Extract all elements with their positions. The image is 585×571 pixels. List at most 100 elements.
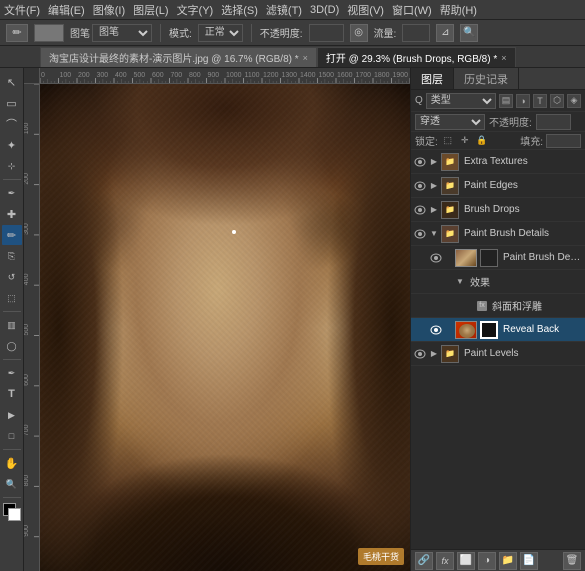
expand-extra-textures[interactable]: ▶ [429, 157, 439, 167]
thumb-reveal-back-color [455, 321, 477, 339]
tab-0[interactable]: 淘宝店设计最终的素材-演示图片.jpg @ 16.7% (RGB/8) * × [40, 47, 317, 67]
filter-type-icon[interactable]: T [533, 94, 547, 108]
menu-layer[interactable]: 图层(L) [133, 2, 168, 18]
svg-text:1900: 1900 [393, 72, 409, 79]
airbrush-icon[interactable]: ◎ [350, 24, 368, 42]
menu-image[interactable]: 图像(I) [93, 2, 125, 18]
history-brush-tool[interactable]: ↺ [2, 267, 22, 287]
layer-paint-edges[interactable]: ▶ 📁 Paint Edges [411, 174, 585, 198]
filter-adjustment-icon[interactable]: ◑ [516, 94, 530, 108]
fill-label: 填充: [520, 133, 543, 148]
path-select-tool[interactable]: ▶ [2, 405, 22, 425]
tab-1-close[interactable]: × [501, 53, 506, 63]
expand-paint-levels[interactable]: ▶ [429, 349, 439, 359]
lasso-tool[interactable]: ⌒ [2, 114, 22, 134]
add-mask-button[interactable]: ⬜ [457, 552, 475, 570]
text-tool[interactable]: T [2, 384, 22, 404]
eye-brush-drops[interactable] [413, 203, 427, 217]
eye-paint-edges[interactable] [413, 179, 427, 193]
tab-history[interactable]: 历史记录 [454, 68, 519, 89]
link-layers-button[interactable]: 🔗 [415, 552, 433, 570]
mode-select[interactable]: 正常 [198, 24, 243, 42]
opacity-input[interactable]: 100% [309, 24, 344, 42]
gradient-tool[interactable]: ▥ [2, 315, 22, 335]
hand-tool[interactable]: ✋ [2, 453, 22, 473]
tablet-pressure-icon[interactable]: ⊿ [436, 24, 454, 42]
menu-3d[interactable]: 3D(D) [310, 4, 339, 16]
expand-reveal-placeholder [445, 325, 453, 335]
filter-search-icon: Q [415, 95, 423, 106]
filter-smartobj-icon[interactable]: ◈ [567, 94, 581, 108]
eye-paint-brush-details-group[interactable] [413, 227, 427, 241]
dodge-tool[interactable]: ◯ [2, 336, 22, 356]
expand-paint-brush-details[interactable]: ▼ [429, 229, 439, 239]
lock-position-icon[interactable]: ✛ [458, 134, 472, 148]
menu-view[interactable]: 视图(V) [347, 2, 384, 18]
eye-reveal-back[interactable] [429, 323, 443, 337]
menu-edit[interactable]: 编辑(E) [48, 2, 85, 18]
foreground-color[interactable] [3, 503, 21, 521]
fill-value[interactable] [546, 134, 581, 148]
filter-pixel-icon[interactable]: ▤ [499, 94, 513, 108]
add-fx-button[interactable]: fx [436, 552, 454, 570]
filter-type-select[interactable]: 类型 名称 效果 [426, 93, 496, 109]
layer-brush-drops[interactable]: ▶ 📁 Brush Drops [411, 198, 585, 222]
brush-select[interactable]: 图笔 [92, 24, 152, 42]
flow-input[interactable]: 32 [402, 24, 430, 42]
opacity-value-layers[interactable] [536, 114, 571, 130]
menu-window[interactable]: 窗口(W) [392, 2, 432, 18]
layer-extra-textures[interactable]: ▶ 📁 Extra Textures [411, 150, 585, 174]
svg-text:300: 300 [24, 223, 30, 235]
layer-effects[interactable]: ▼ 效果 [411, 270, 585, 294]
tab-0-close[interactable]: × [303, 53, 308, 63]
spot-healing-tool[interactable]: ✚ [2, 204, 22, 224]
filter-shape-icon[interactable]: ⬡ [550, 94, 564, 108]
menu-help[interactable]: 帮助(H) [440, 2, 477, 18]
add-group-button[interactable]: 📁 [499, 552, 517, 570]
layers-list[interactable]: ▶ 📁 Extra Textures ▶ 📁 Paint Edges [411, 150, 585, 549]
eye-paint-levels[interactable] [413, 347, 427, 361]
lock-all-icon[interactable]: 🔒 [475, 134, 489, 148]
menu-file[interactable]: 文件(F) [4, 2, 40, 18]
shape-tool[interactable]: □ [2, 426, 22, 446]
menu-filter[interactable]: 滤镜(T) [266, 2, 302, 18]
svg-text:800: 800 [24, 475, 30, 487]
layer-bevel-emboss[interactable]: fx 斜面和浮雕 [411, 294, 585, 318]
svg-text:1500: 1500 [319, 72, 335, 79]
add-adjustment-button[interactable]: ◑ [478, 552, 496, 570]
pen-tool[interactable]: ✒ [2, 363, 22, 383]
marquee-rect-tool[interactable]: ▭ [2, 93, 22, 113]
svg-text:1600: 1600 [337, 72, 353, 79]
quick-select-tool[interactable]: ✦ [2, 135, 22, 155]
brush-tool[interactable]: ✏ [2, 225, 22, 245]
canvas-viewport[interactable]: 毛桃干货 [40, 84, 410, 571]
delete-layer-button[interactable]: 🗑 [563, 552, 581, 570]
search-icon[interactable]: 🔍 [460, 24, 478, 42]
crop-tool[interactable]: ⊹ [2, 156, 22, 176]
eye-extra-textures[interactable] [413, 155, 427, 169]
svg-text:900: 900 [24, 525, 30, 537]
eyedropper-tool[interactable]: ✒ [2, 183, 22, 203]
expand-paint-edges[interactable]: ▶ [429, 181, 439, 191]
clone-stamp-tool[interactable]: ⎘ [2, 246, 22, 266]
tab-1[interactable]: 打开 @ 29.3% (Brush Drops, RGB/8) * × [317, 47, 516, 67]
move-tool[interactable]: ↖ [2, 72, 22, 92]
tab-layers[interactable]: 图层 [411, 68, 454, 89]
brush-preset-picker[interactable]: ✏ [6, 24, 28, 42]
new-layer-button[interactable]: 📄 [520, 552, 538, 570]
eye-paint-brush-details-layer[interactable] [429, 251, 443, 265]
layer-reveal-back[interactable]: Reveal Back [411, 318, 585, 342]
layer-paint-levels[interactable]: ▶ 📁 Paint Levels [411, 342, 585, 366]
filter-row: Q 类型 名称 效果 ▤ ◑ T ⬡ ◈ [411, 90, 585, 112]
menu-type[interactable]: 文字(Y) [177, 2, 214, 18]
blend-mode-select[interactable]: 穿透 正常 [415, 114, 485, 130]
expand-effects[interactable]: ▼ [455, 277, 465, 287]
zoom-tool[interactable]: 🔍 [2, 474, 22, 494]
layer-paint-brush-details-layer[interactable]: Paint Brush Details [411, 246, 585, 270]
eraser-tool[interactable]: ⬚ [2, 288, 22, 308]
expand-brush-drops[interactable]: ▶ [429, 205, 439, 215]
background-swatch [8, 508, 21, 521]
menu-select[interactable]: 选择(S) [221, 2, 258, 18]
lock-pixel-icon[interactable]: ⬚ [441, 134, 455, 148]
layer-paint-brush-details-group[interactable]: ▼ 📁 Paint Brush Details [411, 222, 585, 246]
